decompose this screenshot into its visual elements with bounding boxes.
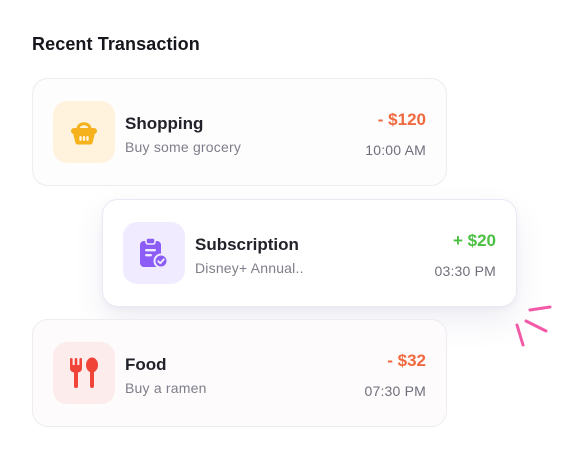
transaction-time: 03:30 PM [434, 263, 496, 279]
section-title: Recent Transaction [32, 34, 200, 54]
transaction-time: 10:00 AM [365, 142, 426, 158]
transaction-description: Buy a ramen [125, 380, 207, 396]
fork-spoon-icon [70, 357, 98, 388]
transaction-card-food[interactable]: Food Buy a ramen - $32 07:30 PM [32, 319, 447, 427]
transaction-description: Disney+ Annual.. [195, 260, 304, 276]
shopping-icon-tile [53, 101, 115, 163]
transaction-card-subscription[interactable]: Subscription Disney+ Annual.. + $20 03:3… [102, 199, 517, 307]
transaction-amount: - $120 [377, 110, 426, 129]
transaction-card-shopping[interactable]: Shopping Buy some grocery - $120 10:00 A… [32, 78, 447, 186]
subscription-clipboard-icon [140, 237, 169, 269]
transaction-title: Shopping [125, 114, 204, 133]
transaction-title: Food [125, 355, 167, 374]
transaction-amount: + $20 [452, 231, 496, 250]
food-icon-tile [53, 342, 115, 404]
transaction-description: Buy some grocery [125, 139, 242, 155]
transaction-title: Subscription [195, 235, 299, 254]
subscription-icon-tile [123, 222, 185, 284]
sparkle-decoration-icon [515, 305, 552, 347]
transaction-time: 07:30 PM [364, 383, 426, 399]
shopping-basket-icon [71, 122, 97, 145]
transaction-amount: - $32 [387, 351, 426, 370]
